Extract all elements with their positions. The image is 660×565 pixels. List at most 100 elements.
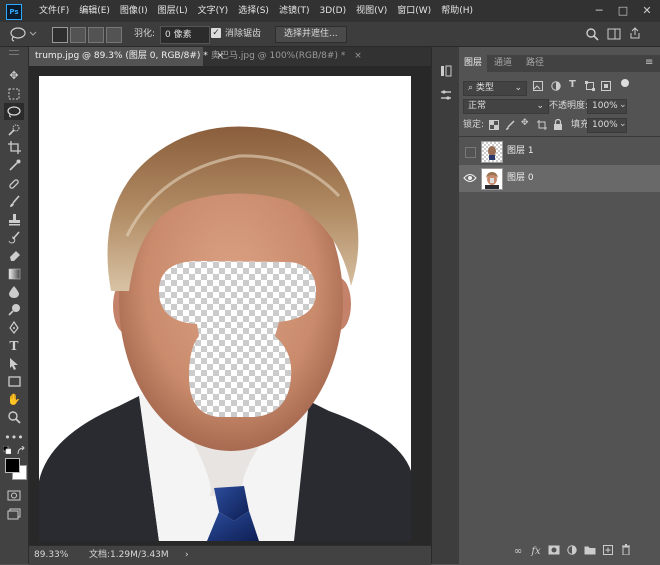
chevron-down-icon[interactable]: ⌄: [619, 100, 627, 110]
filter-type-icon[interactable]: T: [569, 79, 576, 90]
share-icon[interactable]: [628, 26, 642, 40]
eye-icon[interactable]: [463, 172, 477, 184]
tab-paths[interactable]: 路径: [521, 55, 549, 72]
filter-kind-dropdown[interactable]: ⌕ 类型 ⌄: [463, 81, 527, 96]
more-tools-icon[interactable]: •••: [4, 429, 24, 446]
layer-name[interactable]: 图层 1: [507, 138, 534, 165]
clone-stamp-tool-icon[interactable]: [4, 211, 24, 228]
layer-row-selected[interactable]: 图层 0: [459, 165, 660, 192]
layer-thumbnail: [481, 141, 503, 163]
lock-position-icon[interactable]: ✥: [521, 118, 529, 128]
zoom-tool-icon[interactable]: [4, 409, 24, 426]
canvas-area[interactable]: [29, 66, 431, 545]
status-bar: 89.33% 文档:1.29M/3.43M ›: [29, 545, 431, 565]
lock-all-icon[interactable]: [553, 118, 563, 130]
delete-layer-icon[interactable]: [619, 544, 633, 558]
history-brush-tool-icon[interactable]: [4, 229, 24, 246]
feather-input[interactable]: 0 像素: [160, 26, 210, 44]
menu-help[interactable]: 帮助(H): [436, 0, 478, 22]
new-group-icon[interactable]: [583, 545, 597, 558]
type-tool-icon[interactable]: T: [4, 337, 24, 354]
antialias-checkbox[interactable]: ✓: [211, 28, 221, 38]
menu-select[interactable]: 选择(S): [233, 0, 274, 22]
zoom-level[interactable]: 89.33%: [34, 546, 68, 565]
search-icon[interactable]: [585, 27, 599, 41]
link-layers-icon[interactable]: ∞: [511, 546, 525, 557]
layer-row[interactable]: 图层 1: [459, 138, 660, 165]
tab-close-icon[interactable]: ×: [354, 51, 362, 61]
layer-style-fx-icon[interactable]: fx: [529, 546, 543, 557]
layer-name[interactable]: 图层 0: [507, 165, 534, 192]
tab-trump-jpg[interactable]: trump.jpg @ 89.3% (图层 0, RGB/8#) * ×: [29, 47, 224, 66]
move-tool-icon[interactable]: ✥: [4, 67, 24, 84]
status-menu-arrow[interactable]: ›: [185, 546, 189, 565]
screen-mode-icon[interactable]: [4, 505, 24, 522]
menu-3d[interactable]: 3D(D): [314, 0, 351, 22]
blur-tool-icon[interactable]: [4, 283, 24, 300]
path-selection-tool-icon[interactable]: [4, 355, 24, 372]
chevron-down-icon[interactable]: ⌄: [619, 119, 627, 129]
document-canvas[interactable]: [39, 76, 411, 541]
close-window-button[interactable]: ✕: [636, 0, 658, 22]
menu-bar: Ps 文件(F) 编辑(E) 图像(I) 图层(L) 文字(Y) 选择(S) 滤…: [0, 0, 660, 22]
quick-selection-tool-icon[interactable]: [4, 121, 24, 138]
intersect-selection-icon[interactable]: [106, 27, 122, 43]
menu-edit[interactable]: 编辑(E): [74, 0, 115, 22]
marquee-tool-icon[interactable]: [4, 85, 24, 102]
pen-tool-icon[interactable]: [4, 319, 24, 336]
feather-label: 羽化:: [134, 29, 156, 39]
history-panel-icon[interactable]: [440, 65, 452, 77]
quick-mask-icon[interactable]: [4, 487, 24, 504]
menu-image[interactable]: 图像(I): [115, 0, 153, 22]
crop-tool-icon[interactable]: [4, 139, 24, 156]
lock-image-pixels-icon[interactable]: [505, 120, 515, 130]
minimize-button[interactable]: ─: [588, 0, 610, 22]
add-to-selection-icon[interactable]: [70, 27, 86, 43]
menu-layer[interactable]: 图层(L): [153, 0, 193, 22]
foreground-color-swatch[interactable]: [5, 458, 20, 473]
add-mask-icon[interactable]: [547, 545, 561, 558]
menu-type[interactable]: 文字(Y): [193, 0, 234, 22]
filter-adjustment-icon[interactable]: [551, 81, 561, 91]
filter-toggle-icon[interactable]: [621, 79, 629, 87]
workspace-icon[interactable]: [607, 27, 621, 41]
adjustment-layer-icon[interactable]: [565, 544, 579, 558]
tab-channels[interactable]: 通道: [489, 55, 517, 72]
main-menu: 文件(F) 编辑(E) 图像(I) 图层(L) 文字(Y) 选择(S) 滤镜(T…: [34, 0, 478, 22]
dodge-tool-icon[interactable]: [4, 301, 24, 318]
new-selection-icon[interactable]: [52, 27, 68, 43]
eraser-tool-icon[interactable]: [4, 247, 24, 264]
search-icon: ⌕: [468, 83, 474, 93]
lasso-tool-icon[interactable]: [4, 103, 24, 120]
select-and-mask-button[interactable]: 选择并遮住...: [275, 26, 347, 43]
blend-mode-dropdown[interactable]: 正常 ⌄: [463, 99, 549, 114]
filter-pixel-icon[interactable]: [533, 81, 543, 91]
filter-smart-object-icon[interactable]: [601, 81, 611, 91]
options-bar: 羽化: 0 像素 ✓ 消除锯齿 选择并遮住...: [0, 22, 660, 47]
tab-obama-jpg[interactable]: 奥巴马.jpg @ 100%(RGB/8#) * ×: [205, 47, 368, 66]
lasso-tool-preset-icon[interactable]: [8, 25, 38, 43]
visibility-toggle-off[interactable]: [465, 147, 476, 158]
subtract-selection-icon[interactable]: [88, 27, 104, 43]
eyedropper-tool-icon[interactable]: [4, 157, 24, 174]
filter-shape-icon[interactable]: [585, 81, 595, 91]
lock-label: 锁定:: [463, 120, 485, 130]
default-colors-icon[interactable]: [2, 445, 12, 455]
maximize-button[interactable]: □: [612, 0, 634, 22]
menu-filter[interactable]: 滤镜(T): [274, 0, 315, 22]
swap-colors-icon[interactable]: [16, 445, 26, 456]
rectangle-tool-icon[interactable]: [4, 373, 24, 390]
healing-brush-tool-icon[interactable]: [4, 175, 24, 192]
gradient-tool-icon[interactable]: [4, 265, 24, 282]
tab-layers[interactable]: 图层: [459, 55, 488, 72]
menu-file[interactable]: 文件(F): [34, 0, 74, 22]
new-layer-icon[interactable]: [601, 544, 615, 558]
panel-menu-icon[interactable]: ≡: [645, 57, 653, 68]
menu-window[interactable]: 窗口(W): [392, 0, 436, 22]
brush-tool-icon[interactable]: [4, 193, 24, 210]
properties-panel-icon[interactable]: [440, 89, 452, 101]
menu-view[interactable]: 视图(V): [351, 0, 392, 22]
hand-tool-icon[interactable]: ✋: [4, 391, 24, 408]
lock-artboard-icon[interactable]: [537, 120, 547, 130]
lock-transparent-pixels-icon[interactable]: [489, 120, 499, 130]
